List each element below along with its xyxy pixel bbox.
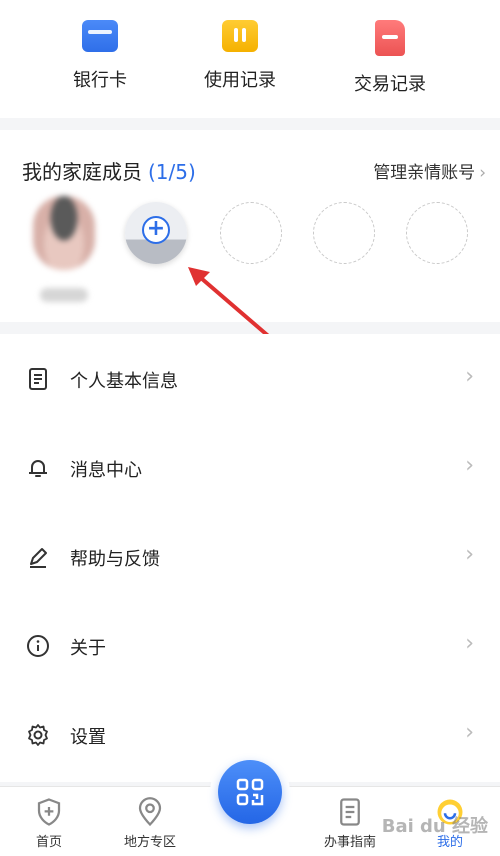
family-count: (1/5) <box>148 160 196 184</box>
avatar[interactable] <box>33 196 95 270</box>
manage-family-link[interactable]: 管理亲情账号 › <box>373 158 486 183</box>
chevron-right-icon: › <box>465 542 474 567</box>
chevron-right-icon: › <box>465 720 474 745</box>
menu-item-messages[interactable]: 消息中心 › <box>0 423 500 512</box>
bell-icon <box>29 460 47 477</box>
info-icon <box>27 635 49 657</box>
family-title: 我的家庭成员 (1/5) <box>22 156 196 185</box>
shield-plus-icon <box>37 798 61 826</box>
plus-icon: + <box>142 216 170 244</box>
guide-document-icon <box>340 798 360 826</box>
transaction-record-button[interactable]: 交易记录 <box>320 20 460 96</box>
tab-guide[interactable]: 办事指南 <box>310 797 390 850</box>
tab-label: 首页 <box>35 835 62 850</box>
tab-home[interactable]: 首页 <box>9 797 89 850</box>
bank-card-icon <box>82 20 118 52</box>
location-pin-icon <box>138 797 162 827</box>
menu-item-personal-info[interactable]: 个人基本信息 › <box>0 334 500 423</box>
usage-record-icon <box>222 20 258 52</box>
bank-card-label: 银行卡 <box>73 70 127 91</box>
manage-family-label: 管理亲情账号 <box>373 163 476 183</box>
tab-local-zone[interactable]: 地方专区 <box>110 797 190 850</box>
chevron-right-icon: › <box>465 631 474 656</box>
qr-scan-icon <box>236 778 264 806</box>
pen-icon <box>30 548 47 568</box>
empty-member-slot <box>406 202 468 264</box>
bank-card-button[interactable]: 银行卡 <box>30 20 170 92</box>
scan-button-circle <box>218 760 282 824</box>
settings-menu: 个人基本信息 › 消息中心 › 帮助与反馈 › 关于 › 设置 › <box>0 334 500 782</box>
add-family-member-button[interactable]: + <box>125 202 187 264</box>
menu-item-about[interactable]: 关于 › <box>0 601 500 690</box>
family-title-text: 我的家庭成员 <box>22 160 142 184</box>
usage-record-label: 使用记录 <box>204 70 276 91</box>
menu-item-label: 消息中心 <box>70 460 142 481</box>
transaction-record-icon <box>375 20 405 56</box>
quick-actions-bar: 银行卡 使用记录 交易记录 <box>0 0 500 118</box>
watermark: Bai du 经验 <box>381 816 488 837</box>
chevron-right-icon: › <box>465 453 474 478</box>
menu-item-help-feedback[interactable]: 帮助与反馈 › <box>0 512 500 601</box>
menu-item-label: 关于 <box>70 638 106 659</box>
usage-record-button[interactable]: 使用记录 <box>170 20 310 92</box>
scan-button[interactable] <box>210 752 290 832</box>
empty-member-slot <box>313 202 375 264</box>
gear-icon <box>28 724 48 746</box>
tab-label: 地方专区 <box>123 835 176 850</box>
tab-label: 办事指南 <box>323 835 376 850</box>
avatar-name-blurred <box>40 288 88 302</box>
document-icon <box>29 368 47 390</box>
empty-member-slot <box>220 202 282 264</box>
menu-item-label: 个人基本信息 <box>70 371 178 392</box>
chevron-right-icon: › <box>465 364 474 389</box>
menu-item-label: 设置 <box>70 727 106 748</box>
chevron-right-icon: › <box>479 163 486 183</box>
transaction-record-label: 交易记录 <box>354 74 426 95</box>
menu-item-label: 帮助与反馈 <box>70 549 160 570</box>
